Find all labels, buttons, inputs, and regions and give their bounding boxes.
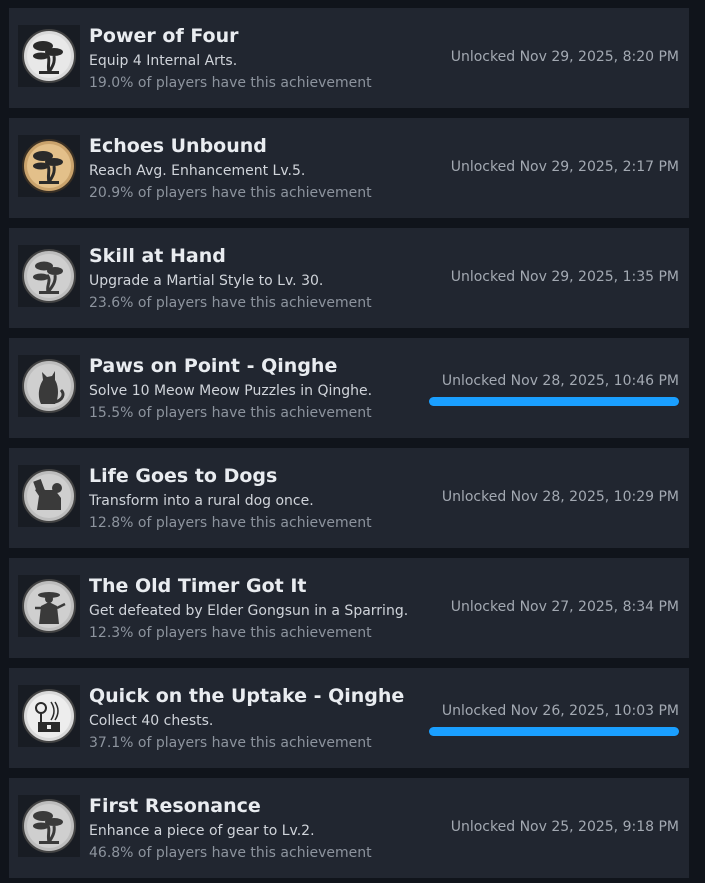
unlock-date: Unlocked Nov 28, 2025, 10:46 PM <box>441 373 679 389</box>
bonsai-tree-icon <box>18 795 80 857</box>
achievement-title: Skill at Hand <box>89 245 226 267</box>
achievement-row[interactable]: Life Goes to Dogs Transform into a rural… <box>9 448 689 548</box>
achievement-percent: 12.8% of players have this achievement <box>89 515 372 531</box>
achievement-description: Transform into a rural dog once. <box>89 493 314 509</box>
achievement-title: Echoes Unbound <box>89 135 267 157</box>
achievement-description: Upgrade a Martial Style to Lv. 30. <box>89 273 324 289</box>
achievement-title: Power of Four <box>89 25 239 47</box>
dog-icon <box>18 465 80 527</box>
achievement-percent: 20.9% of players have this achievement <box>89 185 372 201</box>
achievement-title: Life Goes to Dogs <box>89 465 278 487</box>
achievement-title: Quick on the Uptake - Qinghe <box>89 685 405 707</box>
achievement-description: Reach Avg. Enhancement Lv.5. <box>89 163 306 179</box>
achievement-row[interactable]: First Resonance Enhance a piece of gear … <box>9 778 689 878</box>
unlock-date: Unlocked Nov 26, 2025, 10:03 PM <box>441 703 679 719</box>
achievement-row[interactable]: Power of Four Equip 4 Internal Arts. 19.… <box>9 8 689 108</box>
achievement-title: The Old Timer Got It <box>89 575 307 597</box>
achievement-title: First Resonance <box>89 795 261 817</box>
cat-icon <box>18 355 80 417</box>
achievement-description: Enhance a piece of gear to Lv.2. <box>89 823 315 839</box>
unlock-date: Unlocked Nov 29, 2025, 2:17 PM <box>450 159 679 175</box>
achievement-percent: 15.5% of players have this achievement <box>89 405 372 421</box>
achievement-row[interactable]: Skill at Hand Upgrade a Martial Style to… <box>9 228 689 328</box>
unlock-date: Unlocked Nov 29, 2025, 1:35 PM <box>450 269 679 285</box>
achievement-description: Equip 4 Internal Arts. <box>89 53 238 69</box>
achievement-list: Power of Four Equip 4 Internal Arts. 19.… <box>0 0 705 878</box>
elder-figure-icon <box>18 575 80 637</box>
achievement-percent: 46.8% of players have this achievement <box>89 845 372 861</box>
unlock-date: Unlocked Nov 27, 2025, 8:34 PM <box>450 599 679 615</box>
achievement-percent: 23.6% of players have this achievement <box>89 295 372 311</box>
unlock-date: Unlocked Nov 28, 2025, 10:29 PM <box>441 489 679 505</box>
achievement-percent: 12.3% of players have this achievement <box>89 625 372 641</box>
progress-bar <box>429 727 679 736</box>
achievement-row[interactable]: Paws on Point - Qinghe Solve 10 Meow Meo… <box>9 338 689 438</box>
achievement-percent: 19.0% of players have this achievement <box>89 75 372 91</box>
progress-bar <box>429 397 679 406</box>
achievement-title: Paws on Point - Qinghe <box>89 355 338 377</box>
bonsai-tree-icon <box>18 245 80 307</box>
achievement-description: Solve 10 Meow Meow Puzzles in Qinghe. <box>89 383 373 399</box>
unlock-date: Unlocked Nov 29, 2025, 8:20 PM <box>450 49 679 65</box>
unlock-date: Unlocked Nov 25, 2025, 9:18 PM <box>450 819 679 835</box>
achievement-description: Get defeated by Elder Gongsun in a Sparr… <box>89 603 409 619</box>
achievement-row[interactable]: The Old Timer Got It Get defeated by Eld… <box>9 558 689 658</box>
achievement-row[interactable]: Echoes Unbound Reach Avg. Enhancement Lv… <box>9 118 689 218</box>
chest-flower-icon <box>18 685 80 747</box>
achievement-percent: 37.1% of players have this achievement <box>89 735 372 751</box>
achievement-row[interactable]: Quick on the Uptake - Qinghe Collect 40 … <box>9 668 689 768</box>
achievement-description: Collect 40 chests. <box>89 713 214 729</box>
bonsai-tree-icon <box>18 25 80 87</box>
golden-bonsai-tree-icon <box>18 135 80 197</box>
